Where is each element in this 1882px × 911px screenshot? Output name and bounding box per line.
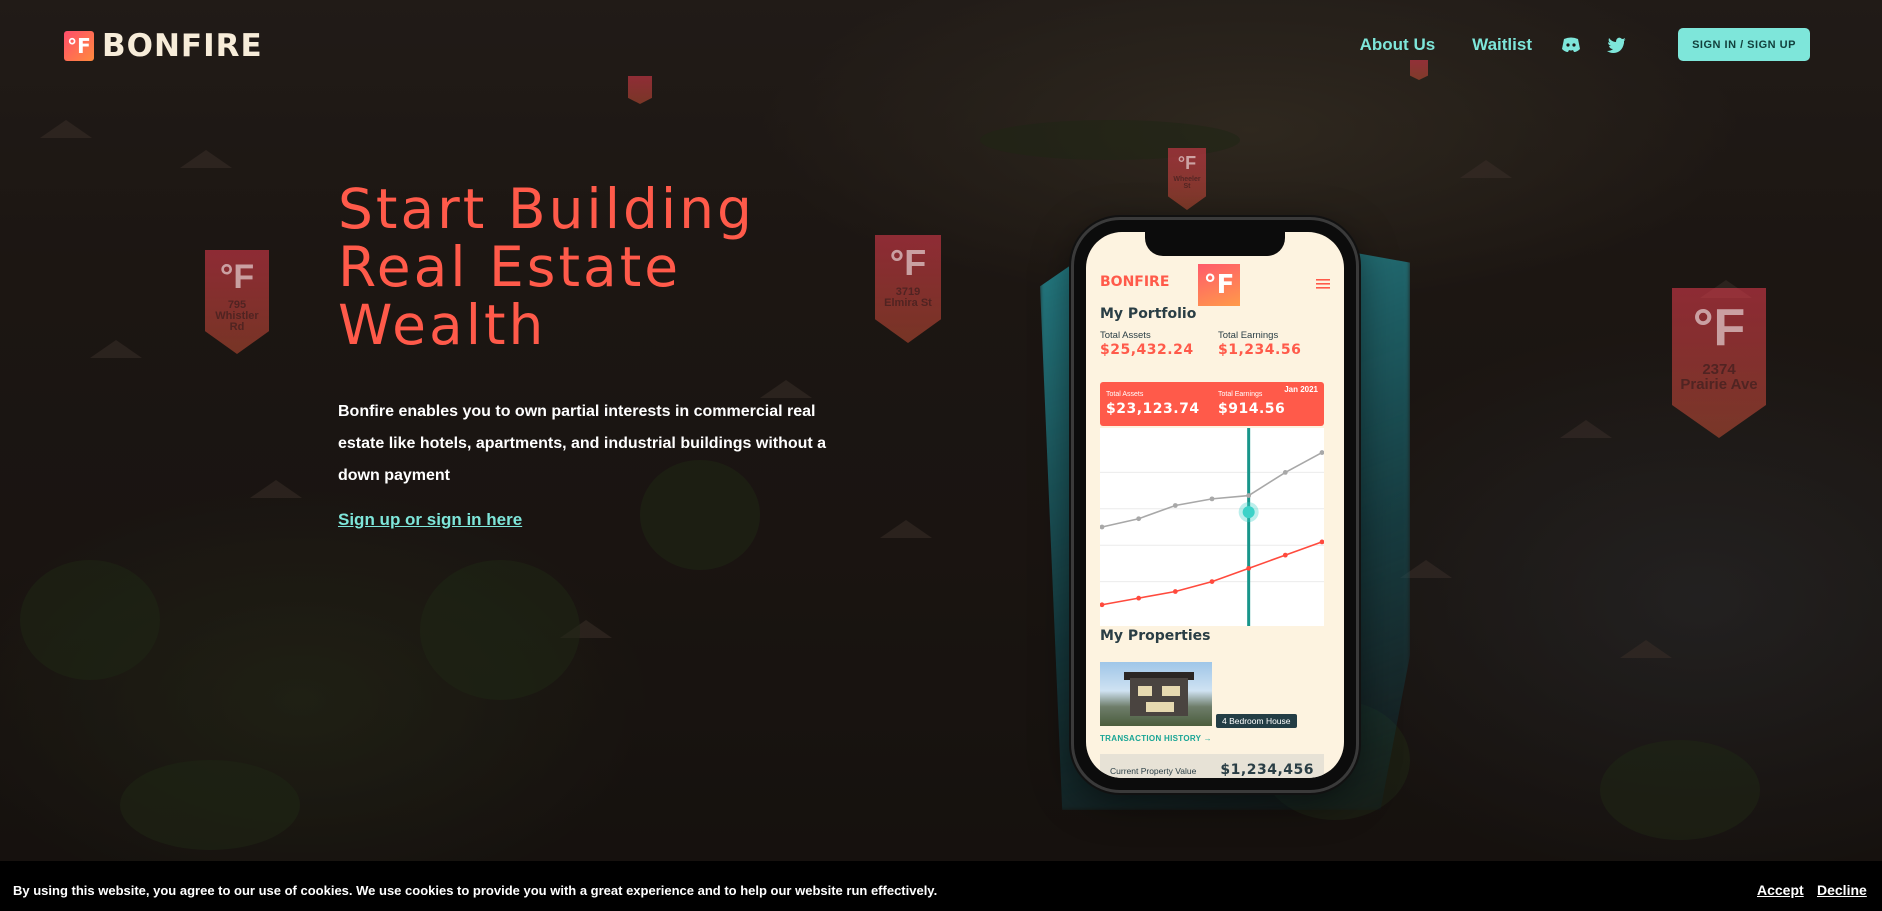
property-photo[interactable] bbox=[1100, 662, 1212, 726]
logo-icon: °F bbox=[64, 31, 94, 61]
portfolio-title: My Portfolio bbox=[1100, 306, 1197, 322]
chart-point bbox=[1172, 503, 1178, 508]
hero-title-line: Real Estate bbox=[338, 235, 682, 299]
transaction-history-link[interactable]: TRANSACTION HISTORY → bbox=[1100, 734, 1212, 743]
app-badge-icon: °F bbox=[1198, 264, 1240, 306]
twitter-icon[interactable] bbox=[1606, 34, 1628, 56]
top-nav: About Us Waitlist SIGN IN / SIGN UP bbox=[1360, 28, 1810, 61]
hamburger-icon bbox=[1316, 276, 1330, 292]
phone-mockup: BONFIRE °F My Portfolio Total Assets $25… bbox=[1074, 220, 1356, 790]
cookie-text: By using this website, you agree to our … bbox=[13, 883, 938, 898]
nav-waitlist[interactable]: Waitlist bbox=[1472, 35, 1532, 55]
current-value-label: Current Property Value bbox=[1110, 766, 1197, 776]
marker-address: 795 Whistler Rd bbox=[215, 299, 259, 333]
chart-point bbox=[1136, 516, 1142, 522]
chart-drag-handle[interactable] bbox=[1242, 506, 1255, 519]
chart-point bbox=[1246, 565, 1252, 571]
hero-title-line: Wealth bbox=[338, 293, 547, 357]
chart-point bbox=[1282, 552, 1288, 558]
house-window bbox=[1138, 686, 1152, 696]
marker-address: Wheeler St bbox=[1173, 176, 1201, 190]
chart-point bbox=[1246, 493, 1252, 498]
cookie-banner: By using this website, you agree to our … bbox=[0, 861, 1882, 911]
total-assets-value: $25,432.24 bbox=[1100, 342, 1194, 358]
marker-logo: °F bbox=[1692, 299, 1746, 357]
signup-link[interactable]: Sign up or sign in here bbox=[338, 510, 522, 530]
phone-notch bbox=[1145, 232, 1285, 256]
monthly-summary-card: Total Assets $23,123.74 Total Earnings $… bbox=[1100, 382, 1324, 426]
chart-series-line bbox=[1101, 451, 1323, 528]
current-value: $1,234,456 bbox=[1220, 762, 1314, 778]
marker-logo: °F bbox=[219, 258, 255, 296]
chart-point bbox=[1100, 602, 1105, 608]
card-earnings-value: $914.56 bbox=[1218, 401, 1286, 417]
card-assets-label: Total Assets bbox=[1106, 391, 1144, 398]
accept-cookies-button[interactable]: Accept bbox=[1757, 882, 1804, 898]
hero-description: Bonfire enables you to own partial inter… bbox=[338, 403, 827, 484]
card-earnings-label: Total Earnings bbox=[1218, 391, 1263, 398]
discord-icon[interactable] bbox=[1560, 34, 1582, 56]
brand-name: BONFIRE bbox=[102, 28, 263, 64]
brand-logo[interactable]: °F BONFIRE bbox=[64, 28, 263, 64]
card-assets-value: $23,123.74 bbox=[1106, 401, 1200, 417]
chart-point bbox=[1172, 589, 1178, 594]
chart-point bbox=[1100, 524, 1105, 530]
card-date: Jan 2021 bbox=[1284, 385, 1318, 394]
house-window bbox=[1146, 702, 1174, 712]
total-earnings-value: $1,234.56 bbox=[1218, 342, 1302, 358]
property-tag: 4 Bedroom House bbox=[1216, 714, 1297, 728]
dark-overlay bbox=[0, 0, 1882, 911]
current-value-bar: Current Property Value $1,234,456 bbox=[1100, 754, 1324, 778]
chart-point bbox=[1319, 539, 1324, 545]
marker-address: 2374 Prairie Ave bbox=[1680, 361, 1758, 393]
decline-cookies-button[interactable]: Decline bbox=[1817, 882, 1867, 898]
app-header: BONFIRE °F bbox=[1086, 260, 1344, 306]
marker-logo: °F bbox=[1177, 153, 1197, 173]
properties-title: My Properties bbox=[1100, 628, 1211, 644]
hero-title-line: Start Building bbox=[338, 177, 755, 241]
sign-in-sign-up-button[interactable]: SIGN IN / SIGN UP bbox=[1678, 28, 1810, 61]
chart-point bbox=[1209, 496, 1215, 502]
total-earnings-label: Total Earnings bbox=[1218, 330, 1279, 341]
chart-point bbox=[1209, 579, 1215, 584]
portfolio-line-chart[interactable] bbox=[1100, 428, 1324, 626]
nav-about-us[interactable]: About Us bbox=[1360, 35, 1436, 55]
phone-screen: BONFIRE °F My Portfolio Total Assets $25… bbox=[1086, 232, 1344, 778]
chart-point bbox=[1136, 595, 1142, 601]
total-assets-label: Total Assets bbox=[1100, 330, 1151, 341]
chart-series-line bbox=[1101, 541, 1323, 606]
app-logo: BONFIRE bbox=[1100, 274, 1170, 290]
hero-title: Start Building Real Estate Wealth bbox=[338, 180, 898, 354]
chart-point bbox=[1282, 470, 1288, 475]
house-window bbox=[1162, 686, 1180, 696]
